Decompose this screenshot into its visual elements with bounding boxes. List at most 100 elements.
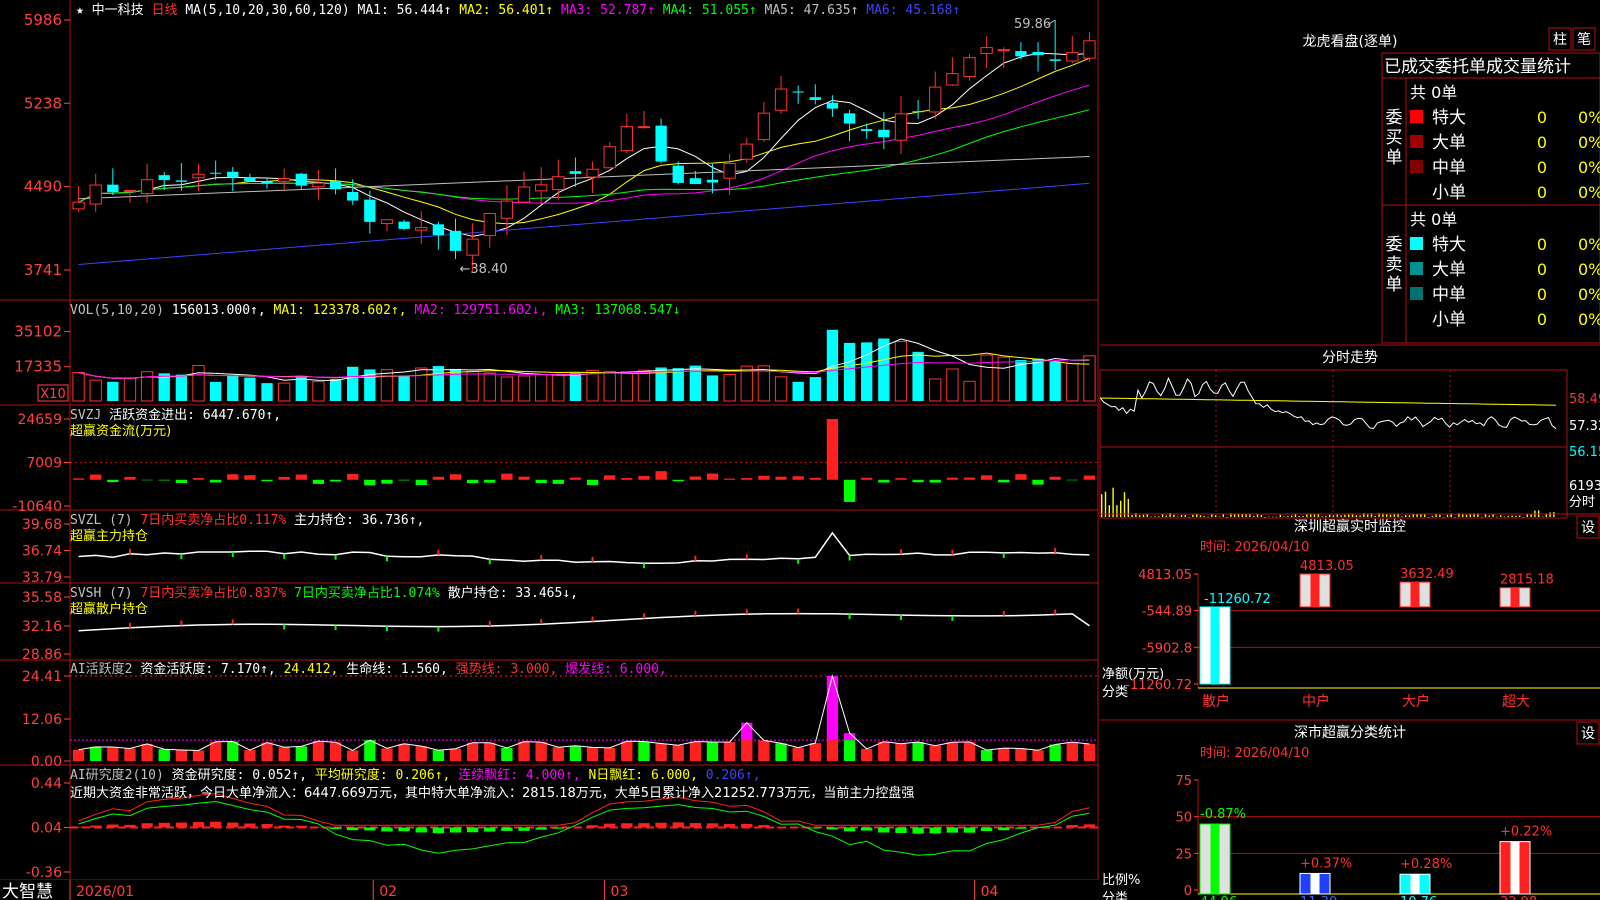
volume-bar — [89, 379, 102, 402]
ai-activity-bar — [432, 750, 445, 761]
monitor-ylabel: 净额(万元) — [1102, 667, 1164, 682]
volume-bar — [398, 375, 410, 401]
ai2-bar — [809, 827, 821, 829]
candle-body — [655, 125, 667, 162]
buy-row-label: 中单 — [1432, 158, 1466, 178]
ai2-bar — [278, 825, 290, 828]
intraday-volume-bar — [1294, 514, 1297, 517]
buy-row-count: 0 — [1537, 158, 1547, 177]
svzj-bar — [586, 479, 599, 486]
ai1-t4: 强势线: 3.000, — [456, 661, 565, 677]
intraday-volume-bar — [1519, 515, 1521, 517]
volume-bar — [774, 376, 788, 402]
stats-bar-highlight — [1410, 874, 1420, 894]
stats-value-label: 32.98 — [1500, 895, 1537, 900]
stats-title: 深市超赢分类统计 — [1294, 724, 1406, 741]
ai2-bar — [946, 827, 959, 833]
monitor-category-label: 大户 — [1402, 693, 1430, 710]
candle-body — [569, 171, 582, 174]
date-axis-label: 02 — [379, 884, 397, 900]
price-axis-label: 3741 — [24, 261, 62, 279]
ai-activity-bar — [535, 742, 547, 761]
candle-body — [466, 238, 479, 256]
ai2-bar — [192, 822, 205, 828]
price-high-label: 59.86 — [1014, 17, 1051, 32]
intraday-axis-label: 58.49 — [1569, 392, 1600, 407]
ai-activity-bar — [843, 740, 856, 761]
ai2-t2: 平均研究度: 0.206↑, — [315, 767, 458, 783]
stats-value-label: 11.30 — [1300, 895, 1337, 900]
ai2-bar — [878, 827, 890, 833]
volume-bar — [997, 356, 1010, 402]
candle-body — [929, 86, 942, 113]
intraday-volume-bar — [1325, 515, 1327, 517]
ma6-line — [78, 182, 1090, 265]
ai-activity-curve — [78, 674, 1090, 752]
ai-activity-bar — [107, 746, 119, 761]
sell-swatch — [1410, 287, 1423, 300]
ai-activity-bar — [998, 748, 1010, 761]
volume-bar — [432, 366, 445, 401]
ai2-v5: 0.206↑, — [706, 768, 761, 783]
monitor-settings-label: 设 — [1581, 520, 1595, 536]
vol-value: 156013.000↑, — [172, 303, 274, 318]
vol-unit-label: X10 — [40, 387, 65, 402]
ai2-bar — [124, 824, 136, 828]
svzj-bar — [655, 471, 667, 480]
svzj-bar — [364, 479, 376, 486]
intraday-volume-bar — [1256, 514, 1259, 517]
ai2-bar — [449, 827, 462, 833]
monitor-bar-highlight — [1210, 606, 1220, 684]
ai2-bar — [706, 823, 719, 828]
ai2-bar — [843, 827, 856, 832]
ai2-bar — [381, 827, 393, 832]
svzj-bar — [621, 478, 633, 480]
svzj-bar — [518, 476, 530, 480]
volume-bar — [963, 380, 976, 402]
ai2-bar — [484, 827, 496, 832]
ai-activity-bar — [466, 742, 479, 761]
stock-chart-canvas[interactable]: 5986 5238 4490 3741 59.86 ←38.40 ★ 中一科技 日线 MA(… — [0, 0, 1600, 900]
intraday-volume-bar — [1158, 516, 1160, 517]
ai2-bar — [347, 827, 359, 831]
ai2-bar — [415, 827, 427, 833]
ai2-bar — [998, 827, 1010, 831]
ai-activity-bar — [912, 742, 924, 761]
svzj-bar — [209, 479, 222, 483]
ai2-v1: 0.052↑, — [252, 768, 315, 783]
ai-activity-bar — [775, 743, 787, 761]
monitor-category-label: 散户 — [1202, 693, 1230, 710]
volume-bar — [312, 381, 325, 402]
svzj-bar — [1066, 479, 1078, 481]
volume-bar — [894, 341, 908, 402]
buy-swatch — [1410, 185, 1423, 198]
dragon-title: 龙虎看盘(逐单) — [1303, 33, 1398, 50]
svzj-bar — [192, 478, 205, 480]
intraday-volume-bar — [1389, 514, 1392, 517]
ai2-bar — [655, 822, 667, 828]
intraday-volume-bar — [1180, 515, 1183, 517]
candle-body — [586, 168, 599, 178]
sell-row-count: 0 — [1537, 260, 1547, 279]
volume-bar — [209, 381, 222, 401]
sell-side-label: 委 — [1386, 235, 1403, 255]
ai-activity-bar — [963, 741, 976, 761]
ai-activity-bar — [158, 749, 170, 761]
svzj-bar — [501, 473, 513, 480]
svzj-bar — [347, 473, 359, 480]
intraday-volume-bar — [1291, 515, 1293, 517]
intraday-volume-bar — [1321, 516, 1323, 517]
ai-activity-bar — [312, 741, 325, 761]
candle-body — [809, 97, 821, 100]
volume-bar — [1083, 355, 1096, 402]
monitor-category-label: 中户 — [1302, 693, 1330, 710]
candle-body — [1015, 51, 1027, 57]
buy-row-count: 0 — [1537, 183, 1547, 202]
intraday-volume-bar — [1355, 515, 1357, 517]
candle-body — [723, 163, 736, 179]
ai-activity-bar — [826, 740, 839, 761]
svzj-bar — [1032, 479, 1044, 485]
volume-bar — [912, 351, 924, 401]
candle-body — [398, 221, 410, 229]
intraday-volume-bar — [1427, 516, 1430, 518]
